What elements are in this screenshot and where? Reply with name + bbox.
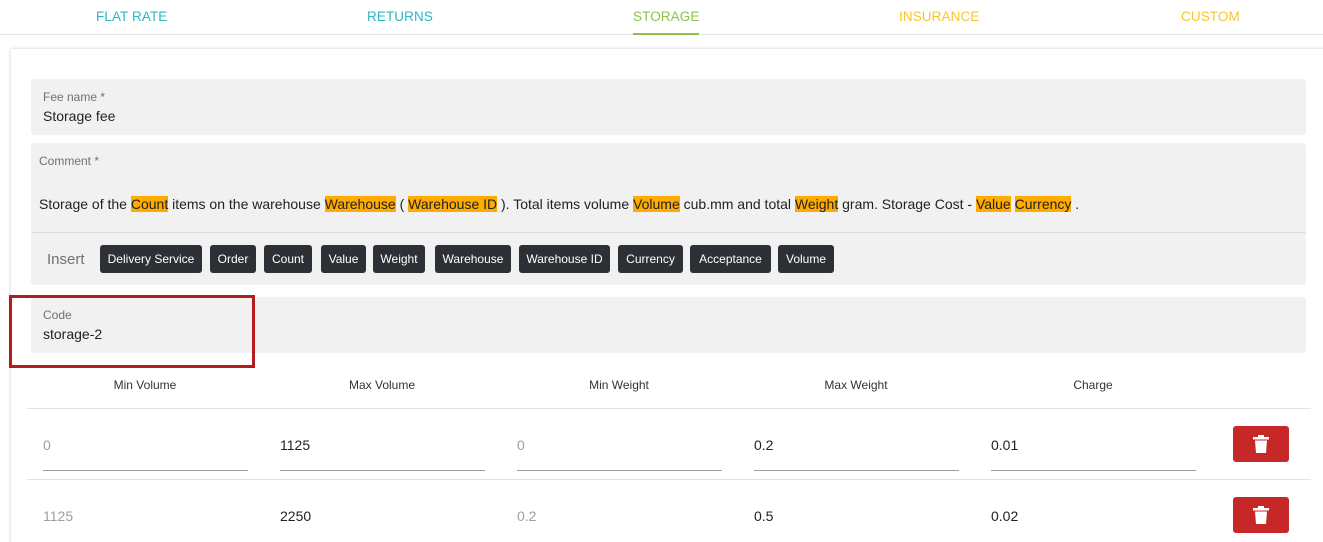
comment-placeholder-tag: Warehouse ID xyxy=(408,196,498,212)
comment-text-segment: ( xyxy=(395,196,409,212)
insert-toolbar: Insert Delivery Service Order Count Valu… xyxy=(31,232,1306,284)
tab-returns[interactable]: RETURNS xyxy=(367,9,433,35)
comment-text-segment: . xyxy=(1071,196,1080,212)
comment-placeholder-tag: Weight xyxy=(794,196,839,212)
fee-name-input[interactable]: Storage fee xyxy=(43,108,115,124)
input-underline xyxy=(43,470,248,471)
comment-label: Comment * xyxy=(39,154,100,168)
tab-custom[interactable]: CUSTOM xyxy=(1181,9,1240,35)
table-divider xyxy=(27,479,1311,480)
min-weight-input[interactable]: 0.2 xyxy=(517,508,536,524)
comment-placeholder-tag: Currency xyxy=(1014,196,1072,212)
comment-text-segment: ). Total items volume xyxy=(497,196,634,212)
insert-chip-warehouse[interactable]: Warehouse xyxy=(435,245,511,273)
header-max-volume: Max Volume xyxy=(348,378,416,392)
tab-storage[interactable]: STORAGE xyxy=(633,9,700,35)
fee-name-label: Fee name * xyxy=(43,90,106,104)
comment-text-segment: Storage of the xyxy=(39,196,131,212)
header-min-volume: Min Volume xyxy=(113,378,177,392)
charge-input[interactable]: 0.01 xyxy=(991,437,1018,453)
comment-field: Comment * Storage of the Count items on … xyxy=(31,143,1306,285)
insert-chip-acceptance[interactable]: Acceptance xyxy=(690,245,771,273)
annotation-highlight-box xyxy=(9,295,255,368)
comment-placeholder-tag: Volume xyxy=(633,196,680,212)
min-volume-input[interactable]: 1125 xyxy=(43,508,73,524)
header-min-weight: Min Weight xyxy=(589,378,649,392)
max-volume-input[interactable]: 1125 xyxy=(280,437,310,453)
comment-placeholder-tag: Warehouse xyxy=(324,196,396,212)
input-underline xyxy=(280,470,485,471)
comment-text-segment: gram. Storage Cost - xyxy=(838,196,976,212)
header-max-weight: Max Weight xyxy=(824,378,888,392)
comment-placeholder-tag: Value xyxy=(975,196,1011,212)
delete-row-button[interactable] xyxy=(1233,497,1289,533)
input-underline xyxy=(517,470,722,471)
charge-input[interactable]: 0.02 xyxy=(991,508,1018,524)
tab-insurance[interactable]: INSURANCE xyxy=(899,9,979,35)
trash-icon xyxy=(1253,435,1269,453)
input-underline xyxy=(991,470,1196,471)
tab-flat-rate[interactable]: FLAT RATE xyxy=(96,9,167,35)
insert-chip-value[interactable]: Value xyxy=(321,245,366,273)
comment-text-segment: cub.mm and total xyxy=(679,196,795,212)
header-charge: Charge xyxy=(1073,378,1113,392)
input-underline xyxy=(754,470,959,471)
insert-chip-order[interactable]: Order xyxy=(210,245,256,273)
insert-chip-count[interactable]: Count xyxy=(264,245,312,273)
insert-label: Insert xyxy=(47,251,85,268)
comment-input[interactable]: Storage of the Count items on the wareho… xyxy=(39,196,1079,212)
comment-placeholder-tag: Count xyxy=(130,196,169,212)
trash-icon xyxy=(1253,506,1269,524)
comment-text-segment: items on the warehouse xyxy=(168,196,325,212)
max-weight-input[interactable]: 0.5 xyxy=(754,508,773,524)
fee-name-field[interactable]: Fee name * Storage fee xyxy=(31,79,1306,135)
min-volume-input[interactable]: 0 xyxy=(43,437,51,453)
insert-chip-delivery-service[interactable]: Delivery Service xyxy=(100,245,202,273)
tab-bar: FLAT RATE RETURNS STORAGE INSURANCE CUST… xyxy=(0,0,1323,35)
insert-chip-weight[interactable]: Weight xyxy=(373,245,425,273)
max-weight-input[interactable]: 0.2 xyxy=(754,437,773,453)
insert-chip-volume[interactable]: Volume xyxy=(778,245,834,273)
min-weight-input[interactable]: 0 xyxy=(517,437,525,453)
table-divider xyxy=(27,408,1311,409)
max-volume-input[interactable]: 2250 xyxy=(280,508,311,524)
delete-row-button[interactable] xyxy=(1233,426,1289,462)
insert-chip-warehouse-id[interactable]: Warehouse ID xyxy=(519,245,610,273)
insert-chip-currency[interactable]: Currency xyxy=(618,245,683,273)
